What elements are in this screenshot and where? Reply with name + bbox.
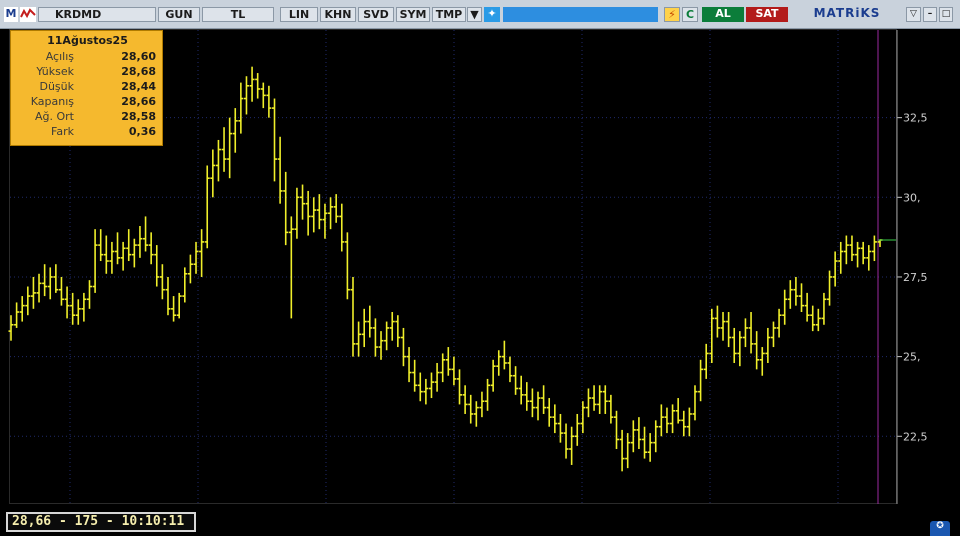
y-tick-label: 22,5 — [903, 430, 928, 443]
y-tick-label: 27,5 — [903, 271, 928, 284]
info-row-low: Düşük 28,44 — [11, 80, 164, 95]
open-label: Açılış — [45, 50, 74, 63]
info-row-high: Yüksek 28,68 — [11, 65, 164, 80]
ohlc-info-panel: 11Ağustos25 Açılış 28,60 Yüksek 28,68 Düşü… — [10, 30, 163, 146]
info-row-diff: Fark 0,36 — [11, 125, 164, 140]
avg-value: 28,58 — [121, 110, 156, 123]
y-tick-label: 25, — [903, 351, 921, 364]
high-value: 28,68 — [121, 65, 156, 78]
info-row-close: Kapanış 28,66 — [11, 95, 164, 110]
y-tick-label: 30, — [903, 191, 921, 204]
diff-label: Fark — [51, 125, 74, 138]
y-tick-label: 32,5 — [903, 112, 928, 125]
close-value: 28,66 — [121, 95, 156, 108]
info-row-open: Açılış 28,60 — [11, 50, 164, 65]
low-label: Düşük — [39, 80, 74, 93]
low-value: 28,44 — [121, 80, 156, 93]
matriks-corner-icon[interactable]: ✪ — [930, 521, 950, 536]
close-label: Kapanış — [30, 95, 74, 108]
open-value: 28,60 — [121, 50, 156, 63]
info-date: 11Ağustos25 — [47, 34, 128, 47]
info-row-avg: Ağ. Ort 28,58 — [11, 110, 164, 125]
avg-label: Ağ. Ort — [35, 110, 74, 123]
high-label: Yüksek — [36, 65, 74, 78]
diff-value: 0,36 — [128, 125, 156, 138]
last-trade-status: 28,66 - 175 - 10:10:11 — [6, 512, 196, 532]
